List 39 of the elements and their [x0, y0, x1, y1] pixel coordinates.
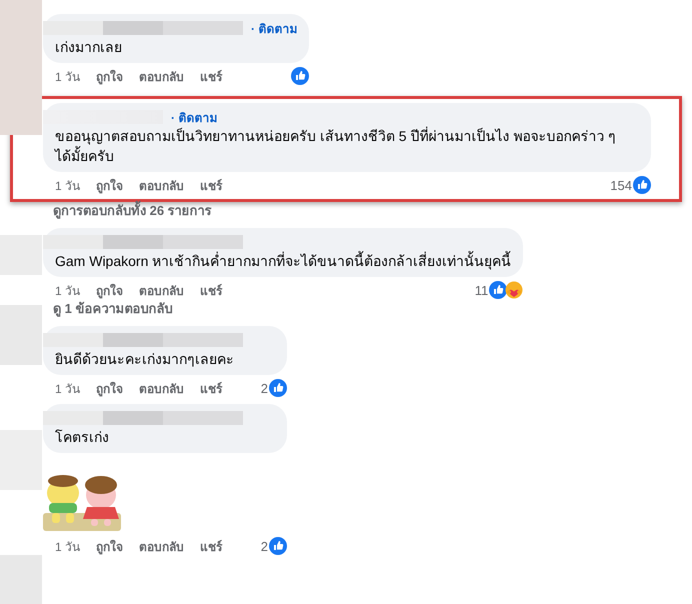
comment-time: 1 วัน [55, 380, 80, 398]
comment-action[interactable]: แชร์ [200, 378, 222, 398]
comment-time: 1 วัน [55, 178, 80, 194]
comment-action[interactable]: ตอบกลับ [139, 66, 184, 86]
hugging-emoji-icon[interactable] [505, 281, 524, 299]
thumbs-up-icon[interactable] [269, 379, 287, 397]
comment-action[interactable]: ถูกใจ [96, 378, 124, 398]
comment-action[interactable]: ถูกใจ [96, 280, 124, 300]
reaction-count: 2 [260, 380, 268, 396]
comment-action[interactable]: แชร์ [200, 176, 222, 194]
comment-action[interactable]: ถูกใจ [96, 176, 124, 194]
follow-link[interactable]: · ติดตาม [251, 18, 298, 38]
comment-action[interactable]: แชร์ [200, 66, 222, 86]
comment-action[interactable]: ตอบกลับ [139, 280, 184, 300]
reaction-count: 2 [260, 538, 268, 554]
view-replies-link[interactable]: ดูการตอบกลับทั้ง 26 รายการ [53, 202, 212, 220]
comment-action[interactable]: ตอบกลับ [139, 378, 184, 398]
thumbs-up-icon[interactable] [489, 281, 508, 299]
comment-action[interactable]: ถูกใจ [96, 66, 124, 86]
comment-time: 1 วัน [55, 282, 80, 300]
follow-link[interactable]: · ติดตาม [171, 108, 218, 126]
thumbs-up-icon[interactable] [269, 537, 287, 555]
comment-text: Gam Wipakorn หาเช้ากินค่ำยากมากที่จะได้ขนาดนี้ต้องกล้าเสี่ยงเท่านั้นยุคนี้ [55, 251, 512, 271]
view-replies-link[interactable]: ดู 1 ข้อความตอบกลับ [53, 300, 172, 318]
comment-text: เก่งมากเลย [55, 38, 123, 57]
thumbs-up-icon[interactable] [291, 67, 310, 85]
comment-action[interactable]: แชร์ [200, 536, 222, 556]
comment-text: โคตรเก่ง [55, 428, 110, 447]
reaction-count: 11 [474, 282, 488, 298]
comment-text: ยินดีด้วยนะคะเก่งมากๆเลยคะ [55, 350, 235, 369]
comment-time: 1 วัน [55, 68, 80, 86]
comment-time: 1 วัน [55, 538, 80, 556]
comment-action[interactable]: ตอบกลับ [139, 176, 184, 194]
reaction-count: 154 [610, 178, 632, 192]
thumbs-up-icon[interactable] [633, 176, 651, 194]
comment-action[interactable]: แชร์ [200, 280, 222, 300]
comment-text: ขออนุญาตสอบถามเป็นวิทยาทานหน่อยครับ เส้นทางชีวิต 5 ปีที่ผ่านมาเป็นไง พอจะบอกคร่าว ๆ ได้มั้ยครับ [55, 126, 618, 166]
comment-action[interactable]: ตอบกลับ [139, 536, 184, 556]
comment-action[interactable]: ถูกใจ [96, 536, 124, 556]
